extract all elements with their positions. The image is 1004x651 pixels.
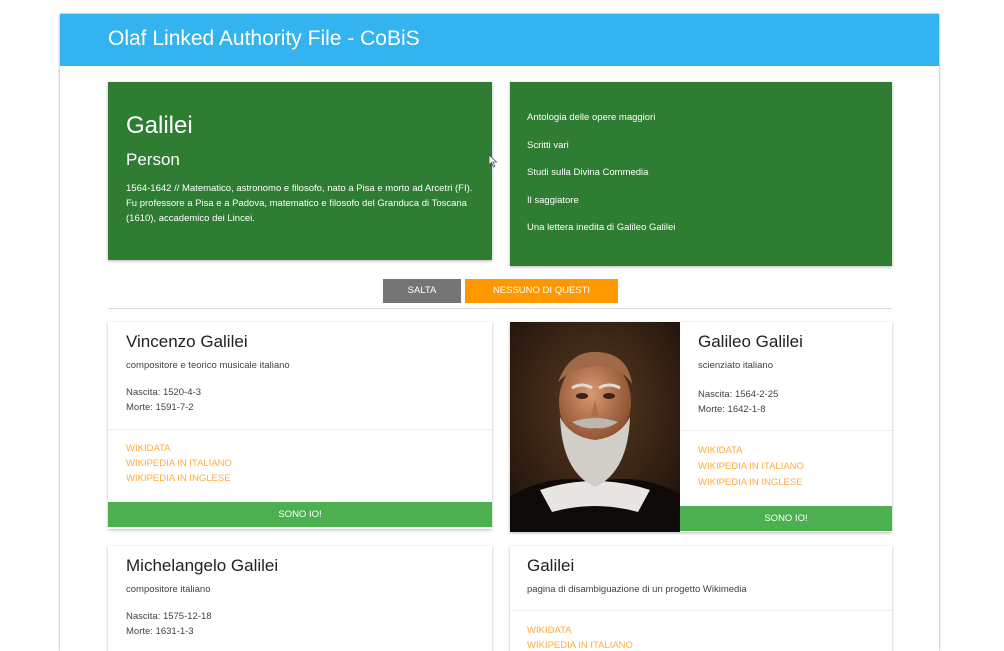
none-of-these-button[interactable]: NESSUNO DI QUESTI [465,279,618,303]
candidate-death: Morte: 1591-7-2 [126,402,194,413]
candidate-description: scienziato italiano [698,360,773,371]
candidate-death: Morte: 1642-1-8 [698,404,766,415]
card-divider [510,610,892,611]
candidate-death: Morte: 1631-1-3 [126,626,194,637]
work-item: Scritti vari [527,139,569,151]
wikidata-link[interactable]: WIKIDATA [698,443,743,458]
candidate-name: Galileo Galilei [698,332,803,351]
mouse-pointer-icon [488,154,498,168]
candidate-card-michelangelo: Michelangelo Galilei compositore italian… [108,546,492,651]
wikipedia-it-link[interactable]: WIKIPEDIA IN ITALIANO [126,456,232,471]
card-divider [108,429,492,430]
wikidata-link[interactable]: WIKIDATA [126,441,171,456]
candidate-description: compositore e teorico musicale italiano [126,360,290,371]
wikipedia-it-link[interactable]: WIKIPEDIA IN ITALIANO [527,638,633,651]
candidate-name: Vincenzo Galilei [126,332,248,351]
candidate-birth: Nascita: 1564-2-25 [698,389,779,400]
work-item: Studi sulla Divina Commedia [527,167,649,178]
wikipedia-en-link[interactable]: WIKIPEDIA IN INGLESE [698,475,803,490]
authority-record-card: Galilei Person 1564-1642 // Matematico, … [108,82,492,260]
works-card: Antologia delle opere maggiori Scritti v… [510,82,892,266]
authority-name: Galilei [126,112,193,139]
candidate-card-vincenzo: Vincenzo Galilei compositore e teorico m… [108,322,492,529]
work-item: Il saggiatore [527,194,579,206]
select-candidate-button[interactable]: SONO IO! [680,506,892,531]
candidate-name: Michelangelo Galilei [126,556,279,575]
section-divider [108,308,892,309]
app-title: Olaf Linked Authority File - CoBiS [108,27,420,50]
candidate-birth: Nascita: 1520-4-3 [126,387,201,398]
app-window: Olaf Linked Authority File - CoBiS Galil… [60,14,939,651]
wikidata-link[interactable]: WIKIDATA [527,623,572,638]
candidate-name: Galilei [527,556,575,575]
authority-type: Person [126,150,180,169]
card-divider [680,430,892,431]
candidate-portrait [510,322,680,532]
candidate-card-galilei-disambiguation: Galilei pagina di disambiguazione di un … [510,546,892,651]
candidate-description: pagina di disambiguazione di un progetto… [527,584,747,595]
authority-description: 1564-1642 // Matematico, astronomo e fil… [126,183,473,224]
wikipedia-it-link[interactable]: WIKIPEDIA IN ITALIANO [698,459,804,474]
candidate-birth: Nascita: 1575-12-18 [126,611,212,622]
work-item: Una lettera inedita di Galileo Galilei [527,222,676,233]
candidate-card-galileo: Galileo Galilei scienziato italiano Nasc… [510,322,892,532]
select-candidate-button[interactable]: SONO IO! [108,502,492,527]
portrait-image [510,322,680,532]
work-item: Antologia delle opere maggiori [527,112,656,123]
app-header: Olaf Linked Authority File - CoBiS [60,14,939,66]
works-list: Antologia delle opere maggiori Scritti v… [527,112,675,250]
skip-button[interactable]: SALTA [383,279,461,303]
wikipedia-en-link[interactable]: WIKIPEDIA IN INGLESE [126,471,231,486]
candidate-description: compositore italiano [126,584,211,595]
